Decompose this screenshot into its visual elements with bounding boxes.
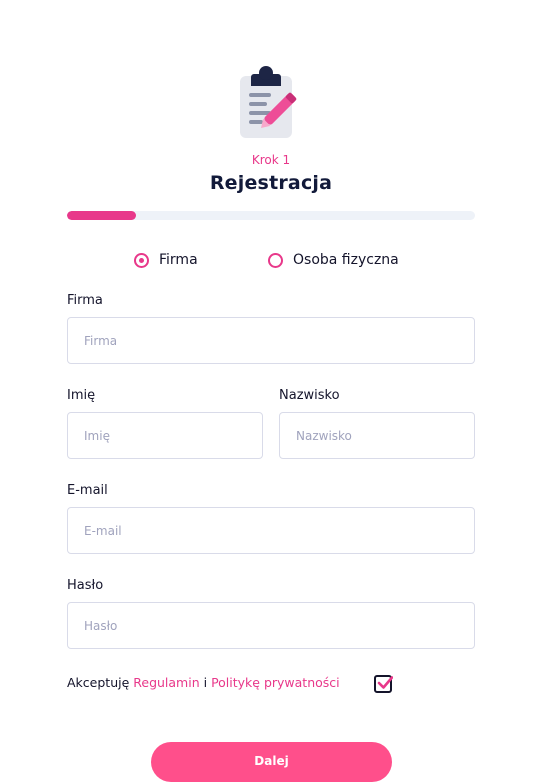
- progress-fill: [67, 211, 137, 220]
- consent-checkbox[interactable]: [374, 675, 393, 693]
- email-label: E-mail: [67, 483, 108, 498]
- consent-text: Akceptuję Regulamin i Politykę prywatnoś…: [67, 675, 340, 690]
- last-name-label: Nazwisko: [279, 388, 340, 403]
- radio-company-label: Firma: [159, 252, 198, 268]
- radio-private-person-label: Osoba fizyczna: [293, 252, 399, 268]
- terms-link[interactable]: Regulamin: [133, 675, 199, 690]
- clipboard-pencil-icon: [238, 66, 304, 140]
- progress-bar: [67, 211, 475, 220]
- password-label: Hasło: [67, 578, 104, 593]
- privacy-policy-link[interactable]: Politykę prywatności: [211, 675, 340, 690]
- password-field[interactable]: [67, 602, 475, 649]
- consent-conjunction: i: [199, 675, 212, 690]
- first-name-label: Imię: [67, 388, 96, 403]
- step-indicator: Krok 1: [251, 153, 291, 167]
- company-field[interactable]: [67, 317, 475, 364]
- first-name-field[interactable]: [67, 412, 263, 459]
- radio-company-circle[interactable]: [134, 252, 149, 268]
- last-name-field[interactable]: [279, 412, 475, 459]
- checkmark-icon: [377, 676, 393, 689]
- email-field[interactable]: [67, 507, 475, 554]
- radio-selected-dot: [139, 257, 144, 263]
- consent-prefix: Akceptuję: [67, 675, 134, 690]
- radio-private-person-circle[interactable]: [268, 252, 283, 268]
- radio-company[interactable]: Firma: [134, 252, 198, 268]
- page-title: Rejestracja: [209, 172, 333, 194]
- company-label: Firma: [67, 293, 103, 308]
- radio-private-person[interactable]: Osoba fizyczna: [268, 252, 399, 268]
- next-button[interactable]: Dalej: [151, 742, 392, 782]
